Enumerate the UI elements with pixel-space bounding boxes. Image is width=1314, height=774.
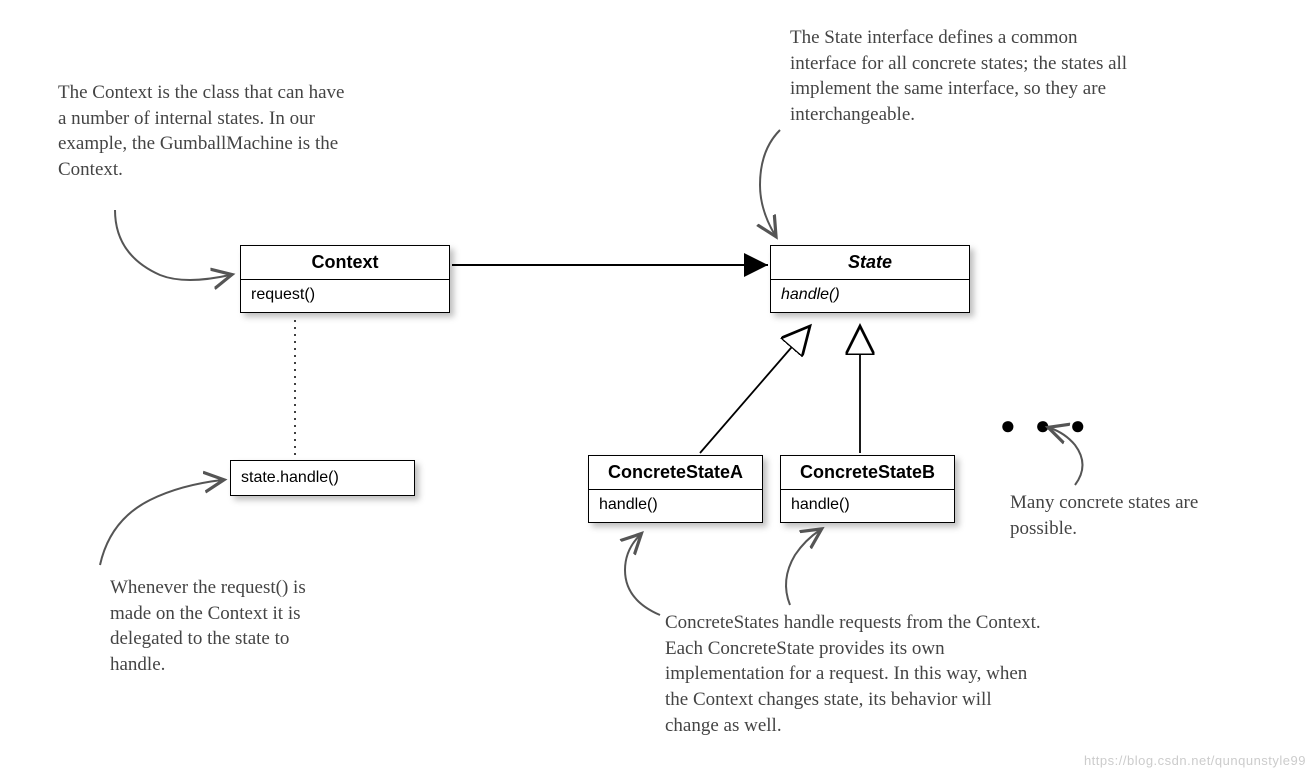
uml-method-state: handle() [771, 280, 969, 312]
hand-arrow-request [100, 480, 222, 565]
uml-title-concrete-a: ConcreteStateA [589, 456, 762, 490]
uml-title-context: Context [241, 246, 449, 280]
uml-method-concrete-b: handle() [781, 490, 954, 522]
hand-arrow-concrete-a [625, 535, 660, 615]
uml-method-concrete-a: handle() [589, 490, 762, 522]
hand-arrow-context [115, 210, 230, 280]
annotation-request: Whenever the request() is made on the Co… [110, 575, 340, 678]
watermark-text: https://blog.csdn.net/qunqunstyle99 [1084, 753, 1306, 768]
uml-method-context: request() [241, 280, 449, 312]
uml-class-state: State handle() [770, 245, 970, 313]
arrow-concrete-a-to-state [700, 326, 810, 453]
annotation-state: The State interface defines a common int… [790, 25, 1140, 128]
annotation-concrete: ConcreteStates handle requests from the … [665, 610, 1045, 738]
uml-title-state: State [771, 246, 969, 280]
annotation-context: The Context is the class that can have a… [58, 80, 348, 183]
hand-arrow-state [760, 130, 780, 235]
annotation-many: Many concrete states are possible. [1010, 490, 1210, 541]
uml-class-context: Context request() [240, 245, 450, 313]
uml-title-concrete-b: ConcreteStateB [781, 456, 954, 490]
note-state-handle: state.handle() [230, 460, 415, 496]
uml-class-concrete-b: ConcreteStateB handle() [780, 455, 955, 523]
uml-class-concrete-a: ConcreteStateA handle() [588, 455, 763, 523]
hand-arrow-concrete-b [786, 530, 820, 605]
ellipsis-icon: ● ● ● [1000, 410, 1092, 441]
